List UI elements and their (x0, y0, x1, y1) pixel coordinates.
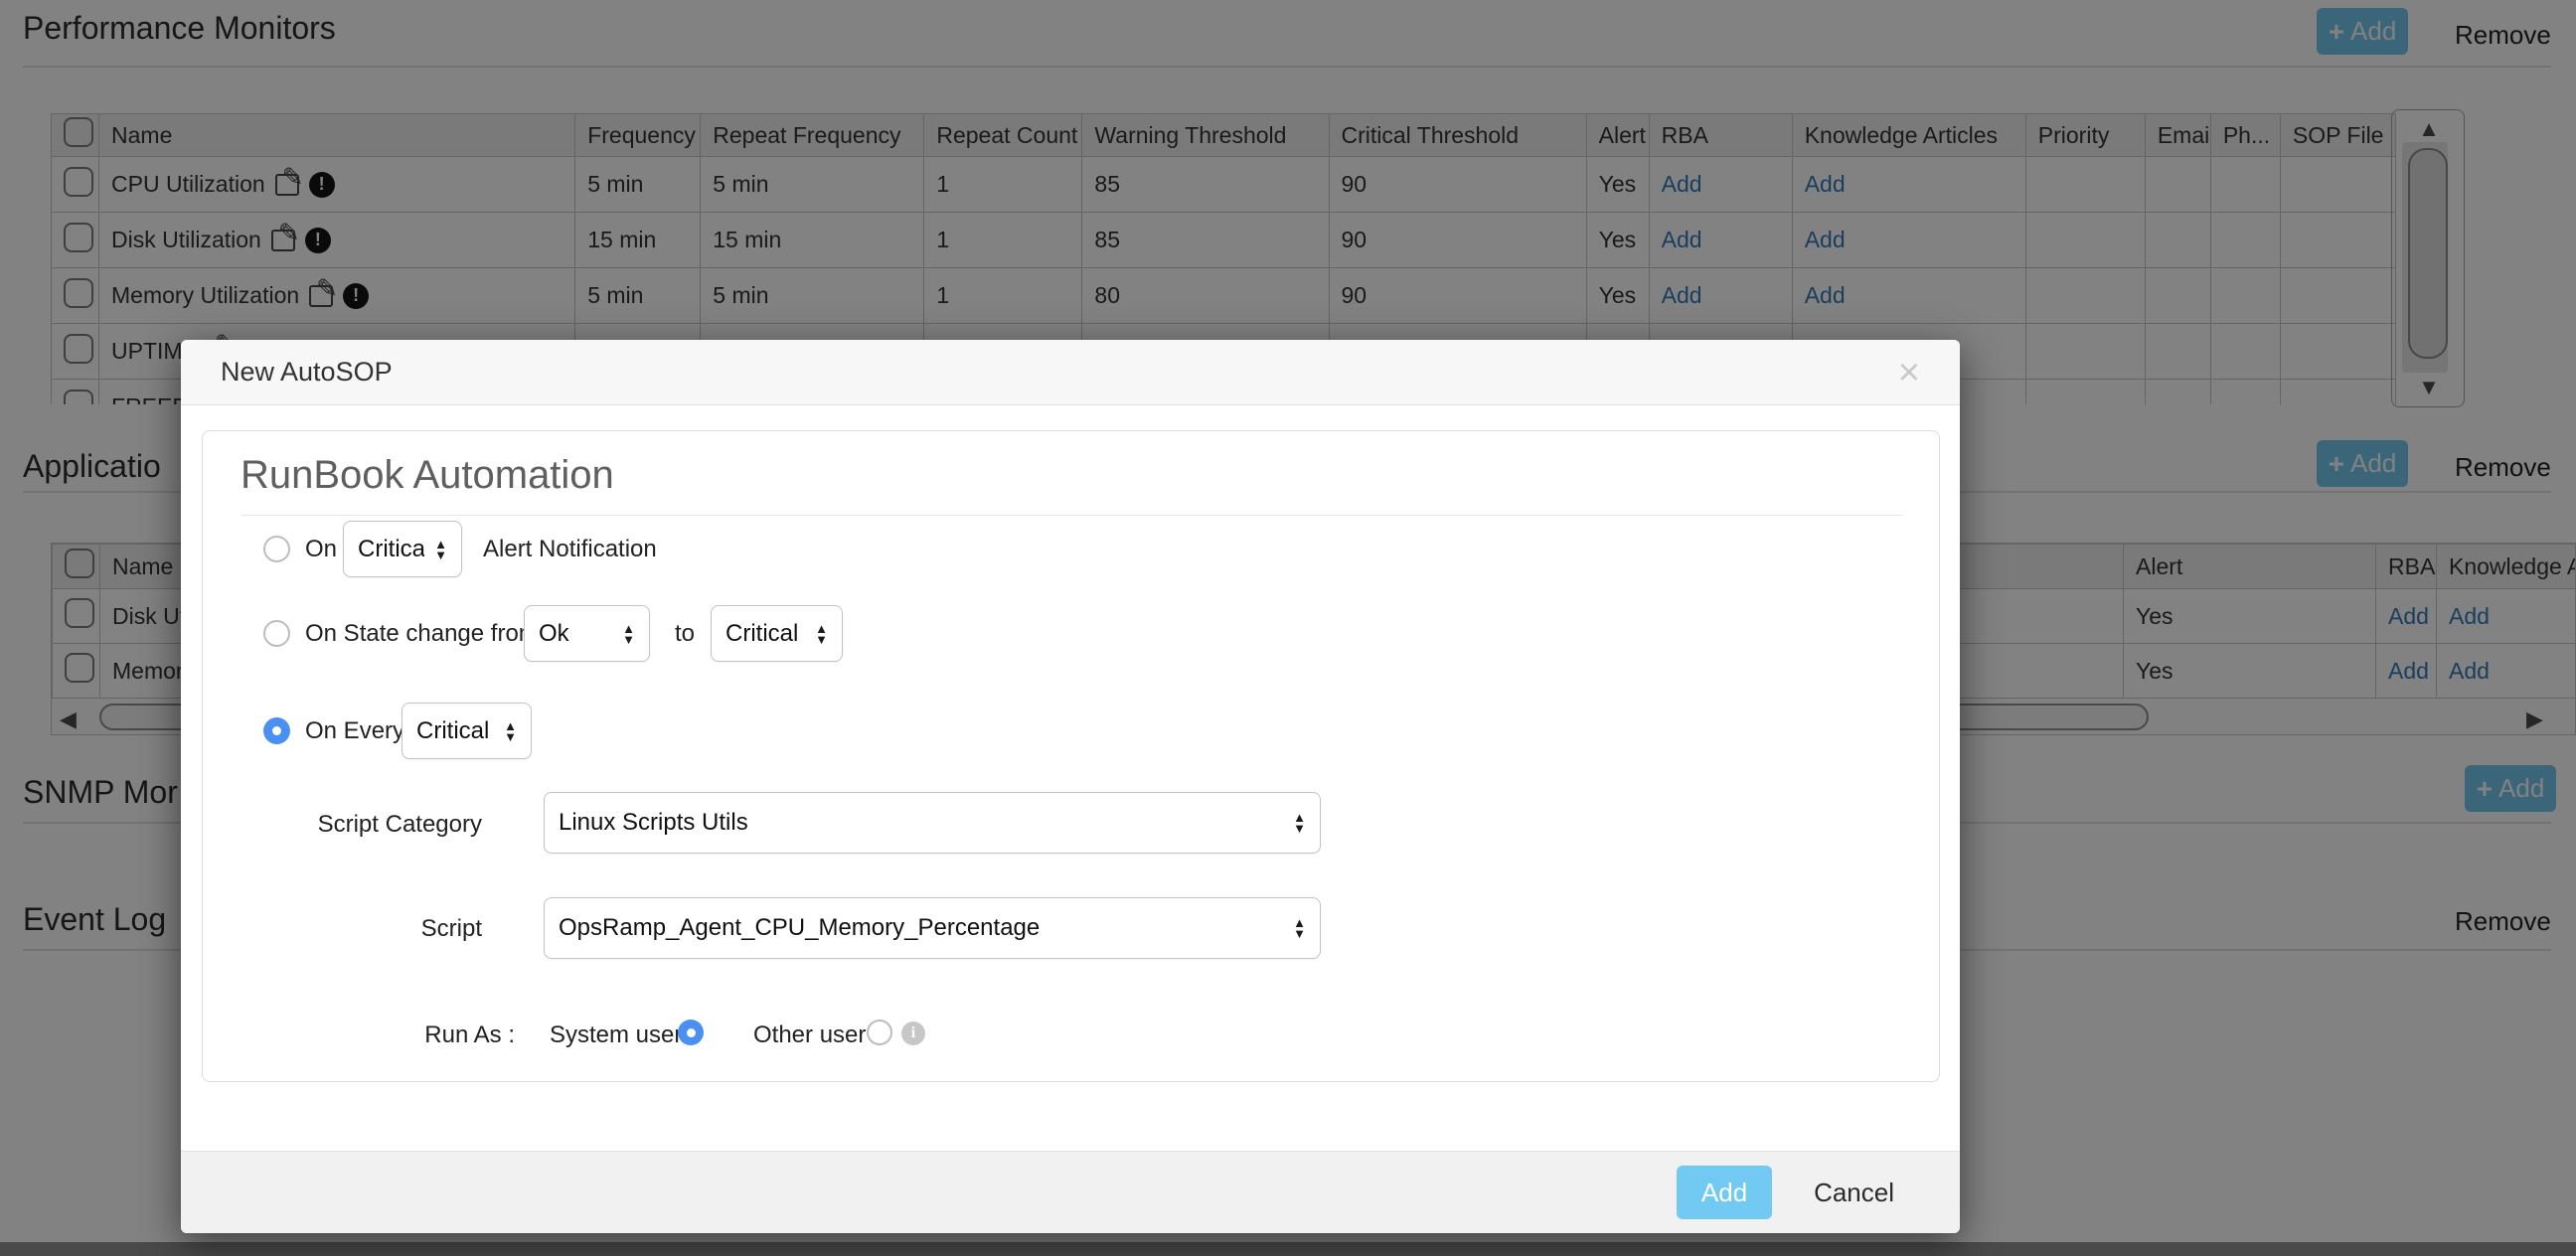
select-arrows-icon: ▲▼ (434, 539, 447, 560)
select-arrows-icon: ▲▼ (815, 623, 828, 645)
script-select[interactable]: OpsRamp_Agent_CPU_Memory_Percentage ▲▼ (544, 897, 1321, 959)
runbook-automation-card: RunBook Automation On Critical ▲▼ Alert … (202, 430, 1940, 1082)
on-every-severity-select[interactable]: Critical ▲▼ (402, 703, 532, 759)
modal-add-button[interactable]: Add (1677, 1166, 1772, 1219)
radio-on-alert-notification[interactable] (263, 536, 290, 562)
option-label: On (305, 536, 337, 563)
run-as-label: Run As : (203, 1021, 515, 1049)
severity-select[interactable]: Critical ▲▼ (343, 521, 462, 577)
select-arrows-icon: ▲▼ (1293, 917, 1306, 939)
select-arrows-icon: ▲▼ (622, 623, 635, 645)
new-autosop-modal: New AutoSOP × RunBook Automation On Crit… (181, 340, 1960, 1233)
state-from-select[interactable]: Ok ▲▼ (524, 605, 650, 662)
radio-on-every[interactable] (263, 717, 290, 744)
state-to-select[interactable]: Critical ▲▼ (711, 605, 843, 662)
system-user-label: System user (550, 1021, 682, 1049)
page-bottom-strip (0, 1242, 2576, 1256)
script-label: Script (203, 915, 482, 943)
select-arrows-icon: ▲▼ (1293, 812, 1306, 834)
radio-other-user[interactable] (867, 1020, 892, 1045)
info-icon[interactable]: i (901, 1021, 925, 1045)
radio-system-user[interactable] (678, 1020, 704, 1045)
modal-title: New AutoSOP (221, 357, 393, 388)
option-label: On Every (305, 717, 404, 745)
modal-cancel-link[interactable]: Cancel (1814, 1178, 1894, 1208)
runbook-automation-heading: RunBook Automation (241, 453, 614, 498)
divider (241, 515, 1903, 516)
radio-on-state-change[interactable] (263, 620, 290, 647)
script-category-label: Script Category (203, 811, 482, 839)
other-user-label: Other user (753, 1021, 866, 1049)
option-label: On State change from (305, 620, 539, 648)
script-category-select[interactable]: Linux Scripts Utils ▲▼ (544, 792, 1321, 854)
modal-header: New AutoSOP × (181, 340, 1960, 405)
modal-footer: Add Cancel (181, 1151, 1960, 1233)
option-label: to (675, 620, 695, 648)
option-label: Alert Notification (483, 536, 657, 563)
select-arrows-icon: ▲▼ (504, 720, 517, 742)
close-icon[interactable]: × (1898, 354, 1920, 392)
